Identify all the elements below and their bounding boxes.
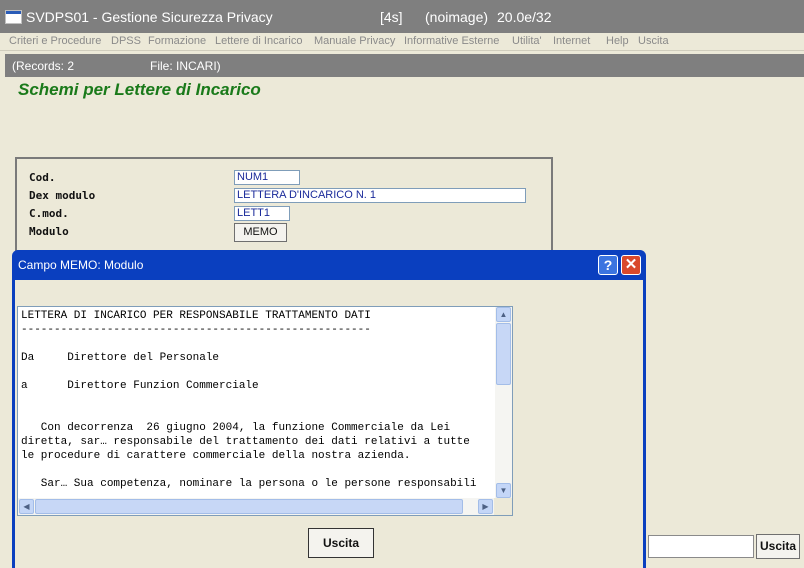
window-icon [5,10,22,24]
memo-line: ----------------------------------------… [21,324,371,336]
dialog-title: Campo MEMO: Modulo [18,258,144,272]
cod-label: Cod. [29,171,56,184]
main-exit-button[interactable]: Uscita [756,534,800,559]
modulo-label: Modulo [29,225,69,238]
cod-field[interactable]: NUM1 [234,170,300,185]
memo-line: Con decorrenza 26 giugno 2004, la funzio… [21,422,451,434]
memo-textarea[interactable]: LETTERA DI INCARICO PER RESPONSABILE TRA… [17,306,513,516]
app-title: SVDPS01 - Gestione Sicurezza Privacy [26,9,273,25]
cmod-label: C.mod. [29,207,69,220]
scroll-left-icon[interactable]: ◀ [19,499,34,514]
memo-line: Sar… Sua competenza, nominare la persona… [21,478,477,490]
menu-item-dpss[interactable]: DPSS [111,33,141,50]
form-header-bar: (Records: 2 File: INCARI) [5,54,804,77]
vertical-scroll-thumb[interactable] [496,323,511,385]
memo-button[interactable]: MEMO [234,223,287,242]
menu-item-utilita[interactable]: Utilita' [512,33,542,50]
file-name: File: INCARI) [150,59,221,73]
scroll-up-icon[interactable]: ▲ [496,307,511,322]
menu-item-manuale[interactable]: Manuale Privacy [314,33,395,50]
page-title: Schemi per Lettere di Incarico [18,80,261,99]
help-icon[interactable]: ? [598,255,618,275]
scroll-right-icon[interactable]: ▶ [478,499,493,514]
version-label: 20.0e/32 [497,9,552,25]
memo-dialog: Campo MEMO: Modulo ? ✕ LETTERA DI INCARI… [12,250,646,568]
memo-line: le procedure di carattere commerciale de… [21,450,411,462]
menu-item-criteri[interactable]: Criteri e Procedure [9,33,101,50]
memo-line: diretta, sar… responsabile del trattamen… [21,436,470,448]
memo-text-area[interactable]: LETTERA DI INCARICO PER RESPONSABILE TRA… [18,307,494,499]
menu-item-internet[interactable]: Internet [553,33,590,50]
horizontal-scrollbar[interactable]: ◀ ▶ [18,498,495,515]
scrollbar-corner [494,498,512,515]
horizontal-scroll-thumb[interactable] [35,499,463,514]
scroll-down-icon[interactable]: ▼ [496,483,511,498]
dex-modulo-field[interactable]: LETTERA D'INCARICO N. 1 [234,188,526,203]
menu-item-help[interactable]: Help [606,33,629,50]
dialog-body: LETTERA DI INCARICO PER RESPONSABILE TRA… [15,280,643,568]
menu-item-lettere[interactable]: Lettere di Incarico [215,33,302,50]
vertical-scrollbar[interactable]: ▲ ▼ [495,307,512,499]
memo-line: a Direttore Funzion Commerciale [21,380,259,392]
cmod-field[interactable]: LETT1 [234,206,290,221]
records-count: (Records: 2 [12,59,75,73]
image-status: (noimage) [425,9,489,25]
app-title-bar[interactable]: SVDPS01 - Gestione Sicurezza Privacy [4s… [0,0,804,33]
menu-item-formazione[interactable]: Formazione [148,33,206,50]
memo-line: LETTERA DI INCARICO PER RESPONSABILE TRA… [21,310,371,322]
status-field [648,535,754,558]
menu-item-informative[interactable]: Informative Esterne [404,33,499,50]
timer-indicator: [4s] [380,9,403,25]
memo-line: Da Direttore del Personale [21,352,220,364]
dialog-exit-button[interactable]: Uscita [308,528,374,558]
dex-modulo-label: Dex modulo [29,189,96,202]
menu-item-uscita[interactable]: Uscita [638,33,669,50]
close-icon[interactable]: ✕ [621,255,641,275]
menu-bar: Criteri e Procedure DPSS Formazione Lett… [0,33,804,51]
